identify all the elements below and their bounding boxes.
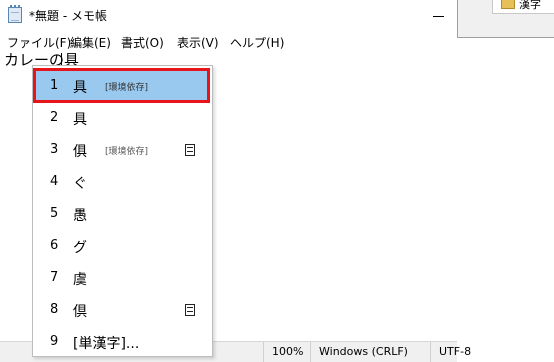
notepad-icon xyxy=(8,5,22,23)
candidate-text: グ xyxy=(73,240,87,256)
candidate-text: 俱 xyxy=(73,144,87,160)
candidate-item[interactable]: 7 虞 xyxy=(35,262,210,294)
candidate-text: 具 xyxy=(73,112,87,128)
candidate-number: 4 xyxy=(50,174,59,189)
candidate-item[interactable]: 6 グ xyxy=(35,230,210,262)
candidate-text: [単漢字]... xyxy=(73,336,140,352)
title-bar[interactable]: *無題 - メモ帳 xyxy=(0,0,457,31)
candidate-number: 7 xyxy=(50,270,59,285)
menu-help[interactable]: ヘルプ(H) xyxy=(230,34,284,51)
ime-candidate-list: 1 具 [環境依存] 2 具 3 俱 [環境依存] 4 ぐ 5 愚 6 グ 7 … xyxy=(32,65,213,357)
menu-bar: ファイル(F) 編集(E) 書式(O) 表示(V) ヘルプ(H) xyxy=(0,31,457,51)
candidate-note: [環境依存] xyxy=(105,83,149,93)
candidate-text: 具 xyxy=(73,80,87,96)
candidate-item[interactable]: 4 ぐ xyxy=(35,166,210,198)
candidate-number: 9 xyxy=(50,334,59,349)
candidate-note: [環境依存] xyxy=(105,147,149,157)
status-line-ending: Windows (CRLF) xyxy=(310,342,430,362)
candidate-number: 6 xyxy=(50,238,59,253)
candidate-item[interactable]: 3 俱 [環境依存] xyxy=(35,134,210,166)
menu-format[interactable]: 書式(O) xyxy=(121,34,164,51)
folder-label: 漢字 xyxy=(519,0,541,11)
candidate-number: 2 xyxy=(50,110,59,125)
candidate-number: 5 xyxy=(50,206,59,221)
window-title: *無題 - メモ帳 xyxy=(29,9,107,23)
status-zoom: 100% xyxy=(263,342,310,362)
folder-icon xyxy=(501,0,515,9)
candidate-text: 虞 xyxy=(73,272,87,288)
candidate-item[interactable]: 1 具 [環境依存] xyxy=(35,70,210,102)
background-window-pane: 漢字 xyxy=(492,0,554,14)
minimize-icon xyxy=(433,16,444,17)
candidate-item[interactable]: 5 愚 xyxy=(35,198,210,230)
minimize-button[interactable] xyxy=(419,0,457,31)
menu-file[interactable]: ファイル(F) xyxy=(7,34,71,51)
dictionary-icon xyxy=(185,304,195,316)
dictionary-icon xyxy=(185,144,195,156)
candidate-number: 8 xyxy=(50,302,59,317)
candidate-item[interactable]: 8 倶 xyxy=(35,294,210,326)
candidate-number: 3 xyxy=(50,142,59,157)
candidate-text: ぐ xyxy=(73,176,87,192)
candidate-item[interactable]: 2 具 xyxy=(35,102,210,134)
background-window[interactable]: 漢字 xyxy=(457,0,554,38)
candidate-item[interactable]: 9 [単漢字]... xyxy=(35,326,210,358)
menu-edit[interactable]: 編集(E) xyxy=(70,34,111,51)
candidate-text: 愚 xyxy=(73,208,87,224)
candidate-text: 倶 xyxy=(73,304,87,320)
candidate-number: 1 xyxy=(50,78,59,93)
status-encoding: UTF-8 xyxy=(430,342,471,362)
menu-view[interactable]: 表示(V) xyxy=(177,34,219,51)
